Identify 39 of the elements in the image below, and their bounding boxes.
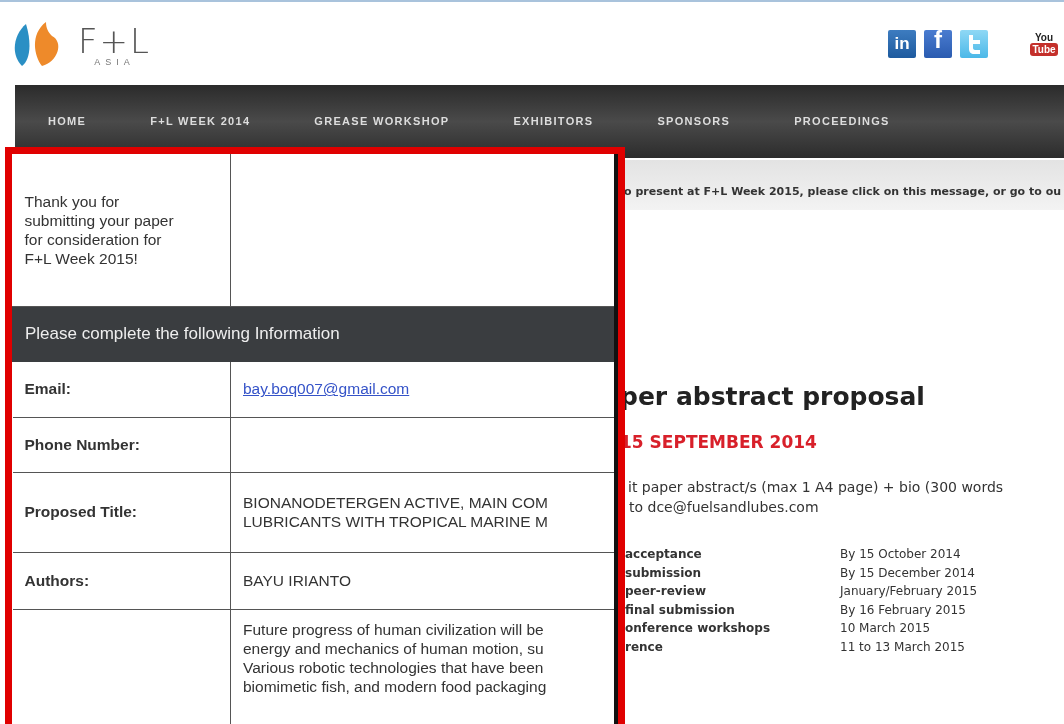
nav-link[interactable]: EXHIBITORS <box>513 113 594 130</box>
abstract-line: Various robotic technologies that have been <box>243 657 545 677</box>
abstract-line: energy and mechanics of human motion, su <box>243 638 545 658</box>
nav-link[interactable]: PROCEEDINGS <box>794 113 890 130</box>
schedule-date: 10 March 2015 <box>840 620 931 637</box>
field-label: Proposed Title: <box>24 503 138 521</box>
instruction-text: to dce@fuelsandlubes.com <box>628 498 820 517</box>
schedule-date: By 15 October 2014 <box>840 546 961 563</box>
field-label: Phone Number: <box>24 435 140 453</box>
logo-subtext: ASIA <box>94 57 135 67</box>
schedule-label: rence <box>624 638 664 656</box>
field-value: BAYU IRIANTO <box>243 571 352 590</box>
schedule-label: acceptance <box>624 546 703 563</box>
instruction-text: it paper abstract/s (max 1 A4 page) + bio (300 words <box>627 478 1005 497</box>
nav-link[interactable]: GREASE WORKSHOP <box>314 113 450 130</box>
field-label: Email: <box>24 380 71 398</box>
schedule-label: final submission <box>624 601 736 619</box>
schedule-date: 11 to 13 March 2015 <box>840 638 965 656</box>
schedule-date: By 16 February 2015 <box>840 601 966 619</box>
schedule-date: By 15 December 2014 <box>840 564 975 582</box>
thank-you-message: Thank you for submitting your paper for consideration for F+L Week 2015! <box>24 191 175 268</box>
schedule-label: submission <box>624 564 703 582</box>
field-value: BIONANODETERGEN ACTIVE, MAIN COM <box>243 493 549 512</box>
field-label: Authors: <box>24 571 90 589</box>
schedule-label: onference workshops <box>624 620 772 637</box>
linkedin-icon[interactable]: in <box>888 30 916 58</box>
nav-link[interactable]: F+L WEEK 2014 <box>150 113 251 130</box>
logo-text: F+L <box>78 23 151 58</box>
facebook-icon[interactable]: f <box>924 30 952 58</box>
schedule-label: peer-review <box>624 583 707 600</box>
abstract-line: biomimetic fish, and modern food packaging <box>243 676 548 696</box>
nav-link[interactable]: HOME <box>48 113 87 130</box>
schedule-date: January/February 2015 <box>840 583 978 600</box>
email-link[interactable]: bay.boq007@gmail.com <box>243 379 410 399</box>
abstract-line: Future progress of human civilization will be <box>243 619 545 639</box>
field-value: LUBRICANTS WITH TROPICAL MARINE M <box>243 512 549 531</box>
twitter-icon[interactable] <box>960 30 988 58</box>
nav-link[interactable]: SPONSORS <box>657 113 731 130</box>
section-title: Please complete the following Information <box>25 323 340 343</box>
